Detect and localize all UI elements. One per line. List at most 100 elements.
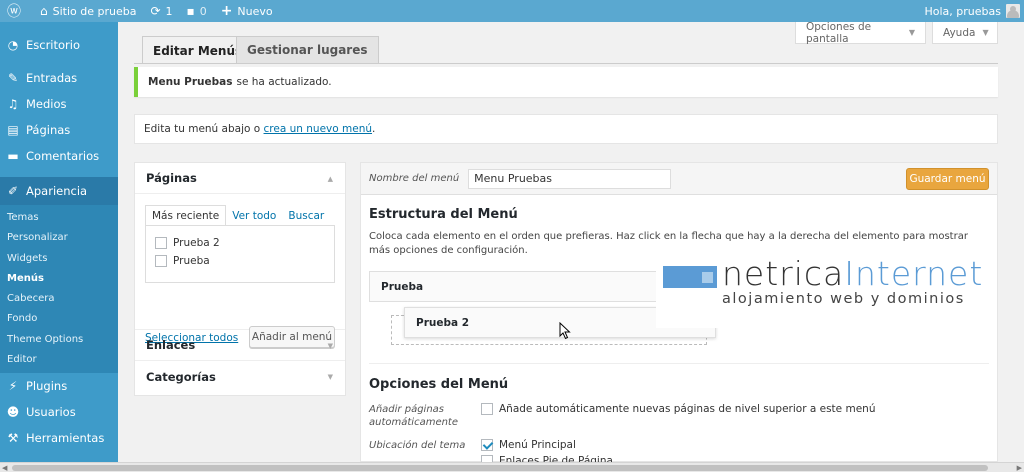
sidebar-item-tools[interactable]: ⚒ Herramientas [0,425,118,451]
updates-link[interactable]: ⟳ 1 [143,0,179,22]
site-name: Sitio de prueba [52,4,137,18]
submenu-item-widgets[interactable]: Widgets [0,249,118,269]
mouse-cursor-icon [559,322,571,340]
netrica-tagline: alojamiento web y dominios [722,291,965,307]
scroll-left-icon[interactable]: ◀ [2,463,7,472]
submenu-item-menus[interactable]: Menús [0,269,118,289]
greeting: Hola, pruebas [924,4,1002,18]
pin-icon: ✎ [7,71,19,85]
tab-divider [134,63,998,64]
sidebar-item-label: Plugins [26,379,68,394]
triangle-down-icon: ▼ [327,342,333,350]
accordion-categories-header[interactable]: Categorías ▼ [135,361,345,392]
help-button[interactable]: Ayuda ▼ [932,22,998,44]
page-title: Prueba 2 [173,237,220,249]
sidebar-item-dashboard[interactable]: ◔ Escritorio [0,32,118,58]
manage-menus-bar: Edita tu menú abajo o crea un nuevo menú… [134,114,998,144]
dashboard-icon: ◔ [7,38,19,52]
accordion-links-title: Enlaces [146,338,196,352]
location-primary-text: Menú Principal [499,439,576,451]
tab-manage-locations[interactable]: Gestionar lugares [236,36,379,63]
sidebar-item-label: Usuarios [26,405,76,420]
tools-icon: ⚒ [7,431,19,446]
menu-name-label: Nombre del menú [369,173,460,184]
netrica-brand: netricaInternet [722,256,983,292]
save-menu-button[interactable]: Guardar menú [906,168,989,190]
sidebar-item-label: Comentarios [26,149,100,163]
notice-menu-name: Menu Pruebas [148,76,233,88]
sidebar-item-posts[interactable]: ✎ Entradas [0,65,118,91]
sidebar-item-plugins[interactable]: ⚡ Plugins [0,373,118,399]
scrollbar-thumb[interactable] [12,465,988,471]
add-menu-items-accordion: Páginas ▲ Más reciente Ver todo Buscar P… [134,162,346,396]
page-title: Prueba [173,255,210,267]
updates-icon: ⟳ [150,4,161,18]
plugin-icon: ⚡ [8,379,18,394]
my-account-link[interactable]: Hola, pruebas [925,4,1024,18]
home-icon: ⌂ [40,4,48,18]
menu-item-title: Prueba [381,280,424,293]
update-notice: Menu Pruebas se ha actualizado. [134,67,998,97]
pages-checklist: Prueba 2 Prueba [145,225,335,283]
appearance-submenu: Temas Personalizar Widgets Menús Cabecer… [0,205,118,374]
scroll-right-icon[interactable]: ▶ [1017,463,1022,472]
submenu-item-theme-options[interactable]: Theme Options [0,330,118,350]
site-name-link[interactable]: ⌂ Sitio de prueba [33,0,143,22]
page-checkbox[interactable] [155,255,167,267]
accordion-pages-body: Más reciente Ver todo Buscar Prueba 2 Pr… [135,194,345,348]
sidebar-item-users[interactable]: ☻ Usuarios [0,399,118,425]
section-divider [369,363,989,364]
manage-prefix: Edita tu menú abajo o [144,123,264,135]
submenu-item-customize[interactable]: Personalizar [0,228,118,248]
auto-add-text: Añade automáticamente nuevas páginas de … [499,403,876,415]
sidebar-item-label: Medios [26,97,67,111]
media-icon: ♫ [7,97,19,111]
menu-editor-header: Nombre del menú Menu Pruebas Guardar men… [361,163,997,195]
avatar [1006,4,1020,18]
new-content-link[interactable]: + Nuevo [214,0,280,22]
subtab-view-all[interactable]: Ver todo [226,205,282,226]
menu-options-title: Opciones del Menú [369,377,509,392]
menu-name-input[interactable]: Menu Pruebas [468,168,672,189]
triangle-down-icon: ▼ [908,28,915,37]
sidebar-item-label: Escritorio [26,38,81,52]
auto-add-checkbox[interactable] [481,403,493,415]
netrica-watermark: netricaInternet alojamiento web y domini… [656,252,996,328]
horizontal-scrollbar[interactable]: ◀ ▶ [0,462,1024,472]
manage-suffix: . [372,123,376,135]
accordion-categories-title: Categorías [146,369,216,384]
wordpress-logo-button[interactable]: ⓦ [0,0,33,22]
list-item: Prueba 2 [155,234,334,252]
subtab-search[interactable]: Buscar [282,205,330,226]
wordpress-logo-icon: ⓦ [7,4,21,20]
accordion-links-header[interactable]: Enlaces ▼ [135,330,345,361]
submenu-item-background[interactable]: Fondo [0,309,118,329]
sidebar-item-pages[interactable]: ▤ Páginas [0,117,118,143]
accordion-pages-header[interactable]: Páginas ▲ [135,163,345,194]
sidebar-item-appearance[interactable]: ✐ Apariencia [0,177,118,205]
updates-count: 1 [165,4,173,18]
create-new-menu-link[interactable]: crea un nuevo menú [264,123,372,135]
comments-link[interactable]: ▪ 0 [180,0,214,22]
comment-icon: ▬ [7,149,19,163]
notice-text: se ha actualizado. [236,76,332,88]
screen-options-button[interactable]: Opciones de pantalla ▼ [795,20,926,45]
help-label: Ayuda [943,26,976,39]
accordion-pages-title: Páginas [146,171,197,185]
location-primary-checkbox[interactable] [481,439,493,451]
sidebar-item-label: Apariencia [26,184,88,198]
admin-bar: ⓦ ⌂ Sitio de prueba ⟳ 1 ▪ 0 + Nuevo Hola, pr… [0,0,1024,22]
page-checkbox[interactable] [155,237,167,249]
comment-bubble-icon: ▪ [186,4,195,18]
sidebar-item-comments[interactable]: ▬ Comentarios [0,143,118,169]
submenu-item-themes[interactable]: Temas [0,208,118,228]
location-primary-option: Menú Principal [481,439,576,451]
sidebar-item-label: Entradas [26,71,78,85]
sidebar-item-media[interactable]: ♫ Medios [0,91,118,117]
screen-options-label: Opciones de pantalla [806,20,872,45]
triangle-down-icon: ▼ [982,28,989,37]
subtab-most-recent[interactable]: Más reciente [145,205,227,226]
pages-subtabs: Más reciente Ver todo Buscar [145,205,330,226]
submenu-item-editor[interactable]: Editor [0,350,118,370]
submenu-item-header[interactable]: Cabecera [0,289,118,309]
